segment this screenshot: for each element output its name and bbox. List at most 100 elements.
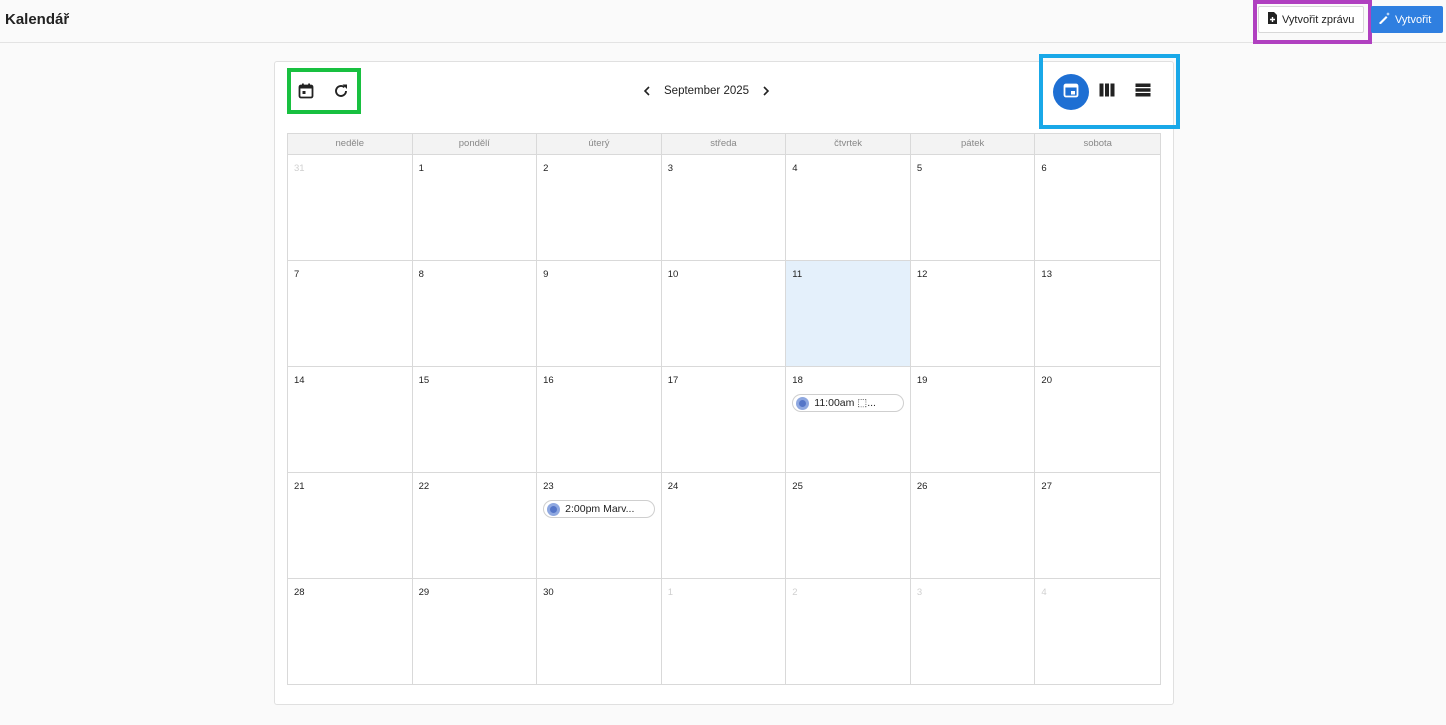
day-cell[interactable]: 1 [662, 579, 787, 685]
day-cell[interactable]: 21 [288, 473, 413, 579]
day-number: 5 [916, 163, 923, 174]
day-cell[interactable]: 28 [288, 579, 413, 685]
day-cell[interactable]: 25 [786, 473, 911, 579]
day-number: 16 [543, 375, 554, 386]
day-number: 25 [792, 481, 803, 492]
event-label: 11:00am ⬚... [814, 397, 876, 409]
create-button[interactable]: Vytvořit [1371, 6, 1443, 33]
calendar-today-icon[interactable] [297, 82, 315, 100]
create-report-button[interactable]: Vytvořit zprávu [1258, 6, 1364, 33]
day-cell[interactable]: 1 [412, 155, 538, 261]
day-view-button[interactable] [1125, 74, 1161, 110]
day-cell[interactable]: 23 2:00pm Marv... [537, 473, 662, 579]
day-cell[interactable]: 8 [412, 261, 538, 367]
day-cell[interactable]: 26 [910, 473, 1036, 579]
day-number: 15 [418, 375, 430, 386]
day-cell[interactable]: 6 [1035, 155, 1160, 261]
day-cell[interactable]: 19 [910, 367, 1036, 473]
day-cell[interactable]: 4 [786, 155, 911, 261]
day-cell[interactable]: 3 [911, 579, 1036, 685]
day-cell[interactable]: 30 [537, 579, 662, 685]
weekday-header-cell: středa [662, 134, 787, 154]
month-grid: neděle pondělí úterý středa čtvrtek pátek sobo… [287, 133, 1161, 685]
day-number: 2 [792, 587, 798, 598]
day-cell[interactable]: 7 [288, 261, 413, 367]
view-day-icon [1135, 83, 1151, 102]
day-cell[interactable]: 2 [537, 155, 662, 261]
day-cell[interactable]: 13 [1035, 261, 1160, 367]
day-number: 23 [543, 481, 554, 492]
day-number: 6 [1041, 163, 1047, 174]
day-number: 4 [1041, 587, 1047, 598]
document-add-icon [1267, 12, 1278, 27]
day-number: 20 [1041, 375, 1052, 386]
week-view-button[interactable] [1089, 74, 1125, 110]
day-number: 30 [543, 587, 554, 598]
day-number: 12 [916, 269, 928, 280]
day-number: 27 [1041, 481, 1052, 492]
event-chip[interactable]: 2:00pm Marv... [543, 500, 656, 518]
day-number: 13 [1041, 269, 1052, 280]
chevron-right-icon[interactable] [759, 83, 773, 99]
event-avatar-icon [796, 396, 810, 410]
day-number: 10 [667, 269, 679, 280]
page-title: Kalendář [5, 11, 70, 28]
day-cell[interactable]: 9 [537, 261, 662, 367]
day-cell[interactable]: 12 [910, 261, 1036, 367]
day-number: 1 [418, 163, 424, 174]
day-cell[interactable]: 4 [1035, 579, 1160, 685]
event-chip[interactable]: 11:00am ⬚... [792, 394, 905, 412]
day-cell[interactable]: 5 [910, 155, 1036, 261]
weekday-header-cell: sobota [1083, 138, 1112, 149]
day-cell[interactable]: 27 [1035, 473, 1160, 579]
day-cell[interactable]: 15 [412, 367, 538, 473]
day-number: 8 [418, 269, 424, 280]
day-number: 1 [667, 587, 673, 598]
day-number: 2 [543, 163, 549, 174]
event-avatar-icon [547, 502, 561, 516]
day-number: 3 [667, 163, 673, 174]
day-cell[interactable]: 31 [288, 155, 413, 261]
day-cell[interactable]: 16 [537, 367, 662, 473]
day-cell[interactable]: 2 [786, 579, 911, 685]
day-number: 22 [418, 481, 430, 492]
day-number: 19 [916, 375, 928, 386]
top-bar: Kalendář [0, 0, 1446, 43]
day-cell[interactable]: 14 [288, 367, 413, 473]
weekday-header-cell: úterý [537, 134, 662, 154]
day-cell[interactable]: 11 [786, 261, 911, 367]
edit-magic-icon [1378, 12, 1391, 27]
day-cell[interactable]: 29 [413, 579, 538, 685]
refresh-icon[interactable] [332, 82, 350, 100]
day-cell[interactable]: 10 [661, 261, 787, 367]
day-number: 3 [916, 587, 923, 598]
day-number: 18 [792, 375, 803, 386]
view-week-icon [1099, 83, 1115, 102]
weekday-header-cell: neděle [288, 134, 413, 154]
day-number: 9 [543, 269, 549, 280]
day-cell[interactable]: 22 [412, 473, 538, 579]
day-number: 17 [667, 375, 679, 386]
day-number: 26 [916, 481, 928, 492]
day-cell[interactable]: 24 [661, 473, 787, 579]
month-view-button[interactable] [1053, 74, 1089, 110]
weekday-header-cell: pondělí [413, 134, 538, 154]
day-number: 7 [294, 269, 300, 280]
create-button-label: Vytvořit [1395, 13, 1432, 26]
calendar-month-icon [1063, 82, 1079, 103]
event-label: 2:00pm Marv... [565, 503, 635, 515]
day-cell[interactable]: 20 [1035, 367, 1160, 473]
chevron-left-icon[interactable] [640, 83, 654, 99]
day-number: 14 [294, 375, 305, 386]
day-cell[interactable]: 3 [661, 155, 787, 261]
day-number: 21 [294, 481, 305, 492]
day-cell[interactable]: 17 [661, 367, 787, 473]
day-number: 4 [792, 163, 798, 174]
weekday-header: neděle pondělí úterý středa čtvrtek pátek sobo… [288, 134, 1160, 155]
day-number: 29 [418, 587, 430, 598]
month-label: September 2025 [664, 85, 750, 97]
month-navigation: September 2025 [640, 81, 773, 101]
day-cell[interactable]: 18 11:00am ⬚... [786, 367, 911, 473]
weekday-header-cell: pátek [911, 134, 1036, 154]
day-number: 31 [294, 163, 305, 174]
